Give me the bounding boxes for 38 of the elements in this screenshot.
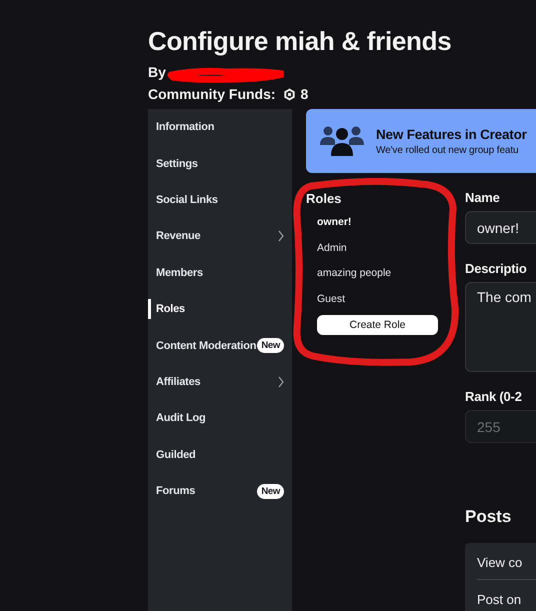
description-label: Descriptio <box>465 260 528 278</box>
roles-heading: Roles <box>306 191 342 206</box>
chevron-right-icon <box>278 230 284 242</box>
role-item[interactable]: amazing people <box>306 264 451 290</box>
sidebar-item[interactable]: Content Moderation New <box>148 327 292 364</box>
sidebar-item[interactable]: Roles <box>148 290 292 328</box>
group-icon <box>320 124 364 158</box>
posts-heading: Posts <box>465 507 512 528</box>
funds-label: Community Funds: <box>148 86 276 102</box>
name-label: Name <box>465 189 501 207</box>
currency-icon <box>282 88 296 100</box>
sidebar-item[interactable]: Forums New <box>148 472 292 510</box>
posts-setting[interactable]: Post on <box>477 592 536 611</box>
new-badge: New <box>257 338 284 354</box>
chevron-right-icon <box>278 376 284 388</box>
sidebar-item[interactable]: Settings <box>148 145 292 182</box>
role-item[interactable]: owner! <box>306 213 451 238</box>
name-field[interactable]: owner! <box>465 211 536 244</box>
role-item[interactable]: Guest <box>306 290 451 315</box>
create-role-button[interactable]: Create Role <box>317 315 438 335</box>
sidebar-item[interactable]: Guilded <box>148 436 292 473</box>
sidebar-item[interactable]: Revenue <box>148 218 292 255</box>
sidebar-item[interactable]: Audit Log <box>148 400 292 437</box>
sidebar-item[interactable]: Members <box>148 254 292 291</box>
new-badge: New <box>257 484 284 499</box>
role-item[interactable]: Admin <box>306 238 451 264</box>
rank-field[interactable]: 255 <box>465 410 536 443</box>
rank-label: Rank (0-2 <box>465 388 523 406</box>
description-field[interactable]: The com <box>465 282 536 372</box>
page-title: Configure miah & friends <box>148 25 452 57</box>
sidebar-item[interactable]: Information <box>148 109 292 146</box>
posts-setting[interactable]: View co <box>477 555 536 579</box>
sidebar-item[interactable]: Affiliates <box>148 364 292 400</box>
funds-amount: 8 <box>300 86 308 102</box>
banner-title: New Features in Creator <box>376 126 527 142</box>
owner-label: By <box>148 64 166 80</box>
sidebar-item[interactable]: Social Links <box>148 182 292 218</box>
banner-text: We've rolled out new group featu <box>376 144 520 156</box>
